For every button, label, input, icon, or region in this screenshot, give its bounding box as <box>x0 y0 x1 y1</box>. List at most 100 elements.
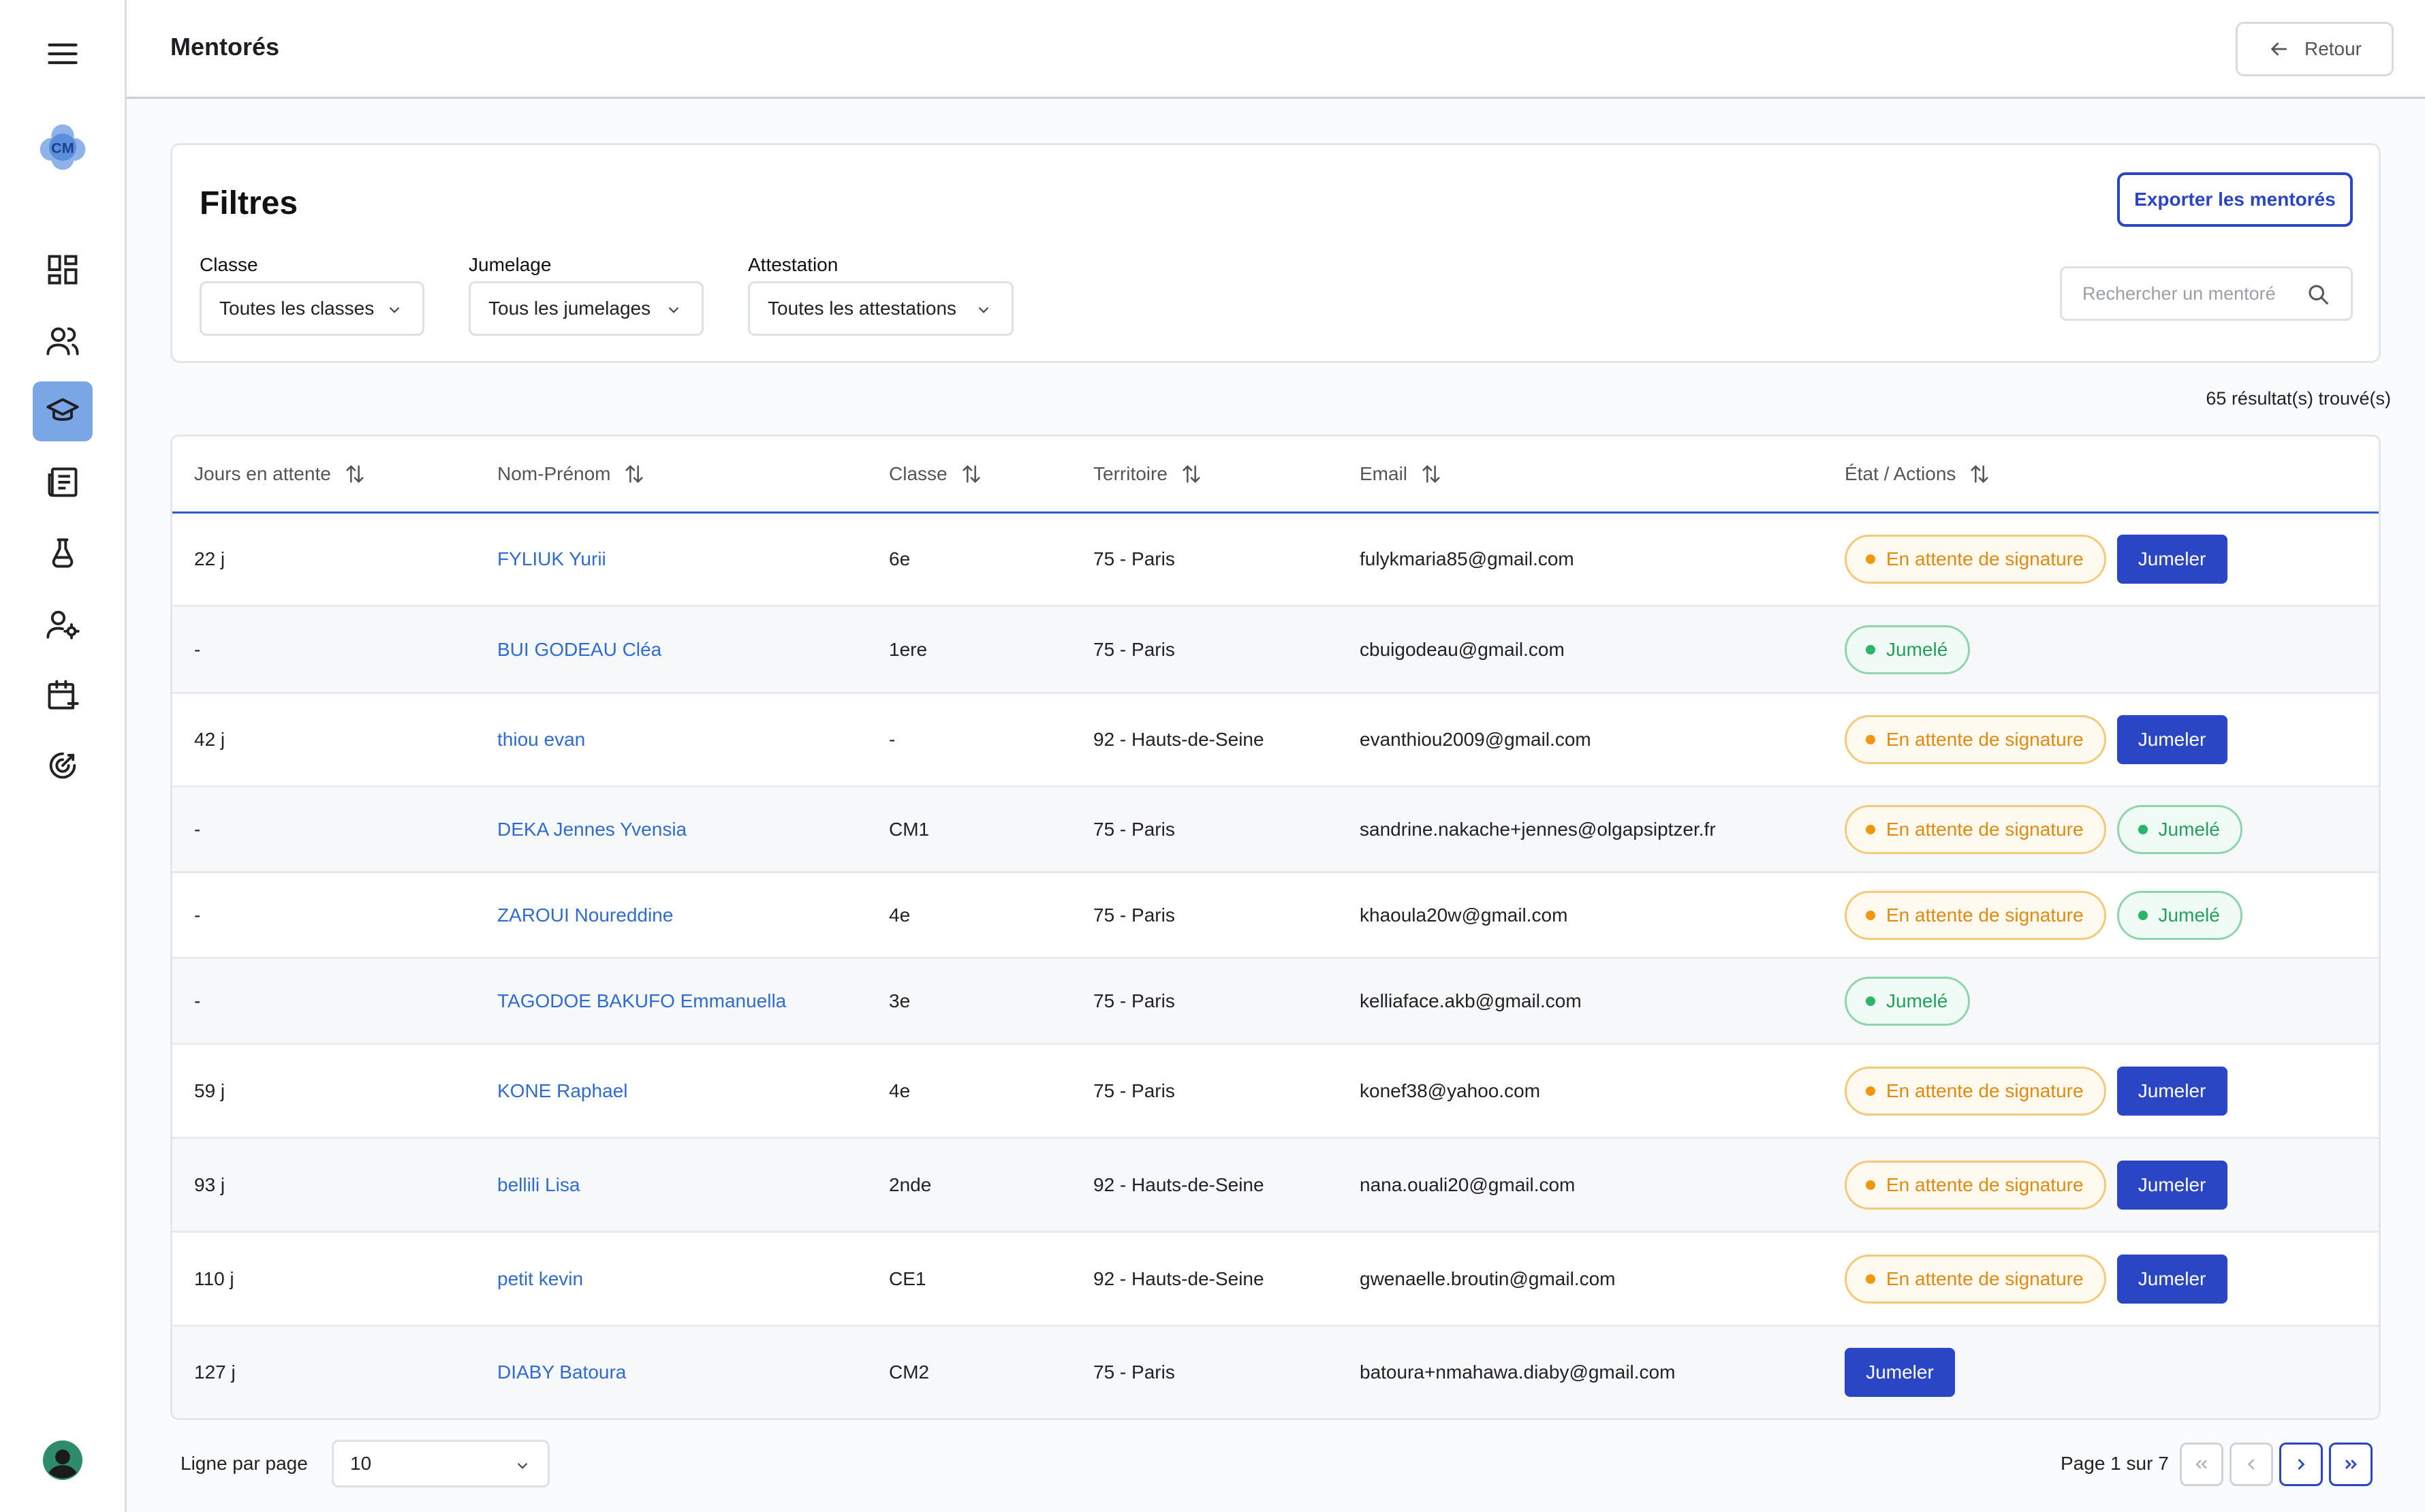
export-button[interactable]: Exporter les mentorés <box>2117 172 2353 227</box>
flask-icon[interactable] <box>33 523 93 583</box>
cell-days: 59 j <box>194 1080 225 1101</box>
status-label: Jumelé <box>2158 904 2220 926</box>
users-icon[interactable] <box>33 311 93 371</box>
cell-territoire: 75 - Paris <box>1093 904 1175 926</box>
rows-per-page-value: 10 <box>350 1453 372 1474</box>
status-label: En attente de signature <box>1886 818 2084 840</box>
cell-territoire: 75 - Paris <box>1093 990 1175 1011</box>
target-icon[interactable] <box>33 736 93 796</box>
mentore-name-link[interactable]: DIABY Batoura <box>497 1361 626 1383</box>
cell-days: - <box>194 904 201 926</box>
jumeler-button[interactable]: Jumeler <box>2116 1254 2227 1304</box>
status-badge-matched: Jumelé <box>1845 625 1971 674</box>
mentore-name-link[interactable]: DEKA Jennes Yvensia <box>497 819 687 840</box>
logo-icon[interactable]: CM <box>33 117 93 177</box>
status-dot <box>1866 910 1875 920</box>
column-header-territoire[interactable]: Territoire <box>1093 462 1203 486</box>
mentore-name-link[interactable]: TAGODOE BAKUFO Emmanuella <box>497 990 786 1012</box>
status-dot <box>2138 824 2148 834</box>
status-label: En attente de signature <box>1886 1080 2084 1101</box>
sort-icon <box>1183 464 1200 484</box>
chevron-down-icon <box>389 306 400 313</box>
mentore-name-link[interactable]: FYLIUK Yurii <box>497 548 606 570</box>
status-label: Jumelé <box>1886 990 1948 1011</box>
column-header-days[interactable]: Jours en attente <box>194 462 366 486</box>
cell-territoire: 75 - Paris <box>1093 1080 1175 1101</box>
mentore-name-link[interactable]: bellili Lisa <box>497 1174 580 1196</box>
newspaper-icon[interactable] <box>33 452 93 512</box>
status-label: Jumelé <box>1886 638 1948 660</box>
status-label: Jumelé <box>2158 818 2220 840</box>
attestation-select[interactable]: Toutes les attestations <box>748 281 1014 336</box>
classe-value: Toutes les classes <box>219 298 375 319</box>
search-input[interactable]: Rechercher un mentoré <box>2060 266 2353 321</box>
attestation-label: Attestation <box>748 254 839 275</box>
rows-per-page-select[interactable]: 10 <box>332 1440 550 1487</box>
mentore-name-link[interactable]: ZAROUI Noureddine <box>497 904 673 926</box>
status-dot <box>2138 910 2148 920</box>
back-label: Retour <box>2304 38 2362 59</box>
jumeler-button[interactable]: Jumeler <box>1845 1348 1955 1397</box>
status-dot <box>1866 1180 1875 1190</box>
status-badge-matched: Jumelé <box>2116 804 2242 854</box>
column-header-label: Classe <box>889 463 948 484</box>
jumeler-button[interactable]: Jumeler <box>2116 1066 2227 1116</box>
filters-panel: Filtres Exporter les mentorés Classe Tou… <box>170 143 2381 363</box>
mentore-name-link[interactable]: BUI GODEAU Cléa <box>497 639 661 661</box>
column-header-state[interactable]: État / Actions <box>1845 462 1991 486</box>
chevron-left-icon <box>2247 1459 2255 1470</box>
page-title: Mentorés <box>170 33 280 61</box>
status-label: En attente de signature <box>1886 904 2084 926</box>
last-page-button[interactable] <box>2329 1443 2373 1486</box>
column-header-email[interactable]: Email <box>1360 462 1443 486</box>
cell-email: kelliaface.akb@gmail.com <box>1360 990 1582 1011</box>
cell-days: - <box>194 638 201 660</box>
column-header-label: Nom-Prénom <box>497 463 611 484</box>
jumeler-button[interactable]: Jumeler <box>2116 1160 2227 1210</box>
mentore-name-link[interactable]: thiou evan <box>497 729 585 751</box>
dashboard-icon[interactable] <box>33 240 93 300</box>
column-header-name[interactable]: Nom-Prénom <box>497 462 646 486</box>
jumeler-button[interactable]: Jumeler <box>2116 535 2227 584</box>
results-count: 65 résultat(s) trouvé(s) <box>2206 388 2391 409</box>
cell-email: gwenaelle.broutin@gmail.com <box>1360 1267 1616 1289</box>
cell-territoire: 92 - Hauts-de-Seine <box>1093 729 1264 750</box>
graduation-cap-icon[interactable] <box>33 381 93 441</box>
table-row: - BUI GODEAU Cléa 1ere 75 - Paris cbuigodeau… <box>172 607 2379 694</box>
column-header-label: Jours en attente <box>194 463 331 484</box>
status-label: En attente de signature <box>1886 1267 2084 1289</box>
cell-days: - <box>194 990 201 1011</box>
page-info: Page 1 sur 7 <box>2061 1453 2169 1474</box>
status-dot <box>1866 1274 1875 1284</box>
column-header-classe[interactable]: Classe <box>889 462 983 486</box>
next-page-button[interactable] <box>2279 1443 2323 1486</box>
status-label: En attente de signature <box>1886 1174 2084 1195</box>
sidebar: CM <box>0 0 127 1512</box>
mentore-name-link[interactable]: petit kevin <box>497 1268 583 1290</box>
table-row: 93 j bellili Lisa 2nde 92 - Hauts-de-Seine n… <box>172 1139 2379 1233</box>
cell-classe: 6e <box>889 548 911 569</box>
jumelage-select[interactable]: Tous les jumelages <box>469 281 704 336</box>
search-icon <box>2309 285 2328 304</box>
calendar-plus-icon[interactable] <box>33 665 93 725</box>
cell-days: 127 j <box>194 1361 236 1383</box>
jumeler-button[interactable]: Jumeler <box>2116 715 2227 764</box>
row-actions: Jumelé <box>1845 976 1971 1026</box>
column-header-label: État / Actions <box>1845 463 1956 484</box>
sort-icon <box>1422 464 1440 484</box>
row-actions: En attente de signature Jumelé <box>1845 804 2242 854</box>
classe-select[interactable]: Toutes les classes <box>200 281 424 336</box>
table-header: Jours en attente Nom-Prénom Classe Territoi… <box>172 437 2379 514</box>
back-button[interactable]: Retour <box>2236 22 2394 76</box>
prev-page-button[interactable] <box>2230 1443 2273 1486</box>
status-badge-pending: En attente de signature <box>1845 1254 2106 1304</box>
cell-email: fulykmaria85@gmail.com <box>1360 548 1574 569</box>
column-header-label: Email <box>1360 463 1408 484</box>
avatar[interactable] <box>33 1430 93 1490</box>
status-badge-matched: Jumelé <box>2116 890 2242 940</box>
user-settings-icon[interactable] <box>33 594 93 654</box>
cell-email: nana.ouali20@gmail.com <box>1360 1174 1576 1195</box>
menu-icon[interactable] <box>33 24 93 84</box>
first-page-button[interactable] <box>2180 1443 2223 1486</box>
mentore-name-link[interactable]: KONE Raphael <box>497 1080 627 1102</box>
